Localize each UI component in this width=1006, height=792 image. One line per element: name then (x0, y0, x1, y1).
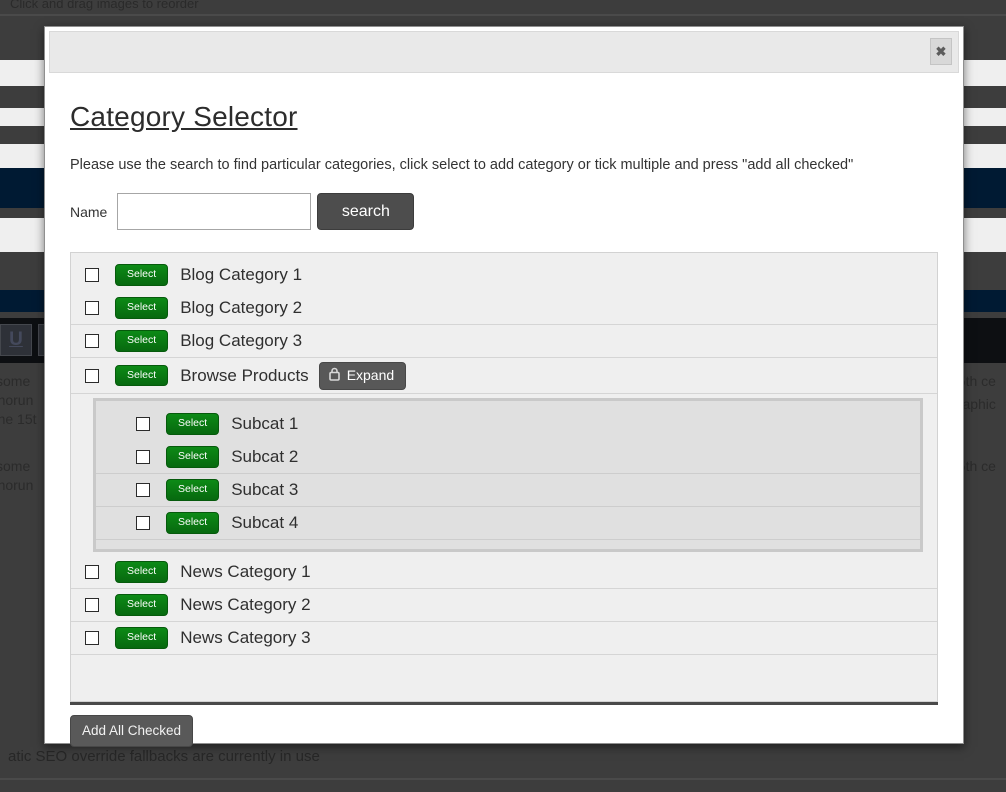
category-label: Browse Products (180, 365, 309, 385)
search-button[interactable]: search (317, 193, 415, 230)
select-button[interactable]: Select (166, 446, 220, 468)
category-checkbox[interactable] (85, 268, 99, 282)
select-button[interactable]: Select (166, 512, 220, 534)
backdrop-top-hint: Click and drag images to reorder (10, 0, 199, 11)
modal-body: Category Selector Please use the search … (45, 77, 963, 702)
category-checkbox[interactable] (85, 368, 99, 383)
subcategory-checkbox[interactable] (136, 417, 150, 431)
table-row[interactable]: Select News Category 2 (71, 589, 937, 622)
page-title: Category Selector (70, 101, 298, 132)
modal-header: ✖ (49, 31, 959, 73)
subcategory-panel-inner: Select Subcat 1 Select Subcat 2 Select S… (96, 401, 920, 549)
table-row[interactable]: Select News Category 1 (71, 556, 937, 589)
expand-button-label: Expand (346, 367, 395, 383)
category-checkbox[interactable] (85, 598, 99, 612)
backdrop-divider (0, 14, 1006, 16)
list-item[interactable]: Select Subcat 3 (96, 474, 920, 507)
category-label: News Category 3 (180, 628, 311, 647)
subcategory-label: Subcat 2 (231, 447, 299, 466)
list-item[interactable]: Select Subcat 1 (96, 408, 920, 441)
category-label: News Category 1 (180, 562, 311, 581)
backdrop-body-text-4: is some (0, 458, 31, 474)
table-row[interactable]: Select Blog Category 1 (71, 259, 937, 292)
add-all-checked-button[interactable]: Add All Checked (70, 715, 194, 747)
select-button[interactable]: Select (166, 413, 220, 435)
dialog-description: Please use the search to find particular… (70, 157, 854, 173)
lock-icon (328, 367, 340, 384)
expand-button[interactable]: Expand (318, 361, 407, 390)
category-checkbox[interactable] (85, 565, 99, 579)
select-button[interactable]: Select (115, 561, 169, 583)
name-label: Name (70, 203, 108, 220)
subcategory-checkbox[interactable] (136, 516, 150, 530)
modal-footer: Add All Checked (70, 702, 938, 747)
subcategory-label: Subcat 1 (231, 414, 299, 433)
category-list-panel: Select Blog Category 1 Select Blog Categ… (70, 252, 938, 702)
table-row[interactable]: Select Blog Category 3 (71, 325, 937, 358)
subcategory-checkbox[interactable] (136, 450, 150, 464)
search-input[interactable] (117, 193, 312, 230)
select-button[interactable]: Select (115, 330, 169, 352)
table-row[interactable]: Select Blog Category 2 (71, 292, 937, 325)
backdrop-footer-status: atic SEO override fallbacks are currentl… (8, 748, 320, 765)
category-label: Blog Category 1 (180, 265, 303, 284)
table-row[interactable]: Select Browse Products Expand (71, 358, 937, 394)
close-icon[interactable]: ✖ (930, 38, 952, 65)
select-button[interactable]: Select (115, 264, 169, 286)
list-item[interactable]: Select Subcat 2 (96, 441, 920, 474)
category-label: Blog Category 2 (180, 298, 303, 317)
category-checkbox[interactable] (85, 301, 99, 315)
backdrop-body-text-1: is some (0, 373, 31, 389)
category-checkbox[interactable] (85, 631, 99, 645)
subcategory-label: Subcat 3 (231, 480, 299, 499)
category-selector-modal: ✖ Category Selector Please use the searc… (44, 26, 964, 747)
category-label: News Category 2 (180, 595, 311, 614)
select-button[interactable]: Select (115, 627, 169, 649)
select-button[interactable]: Select (115, 297, 169, 319)
backdrop-body-text-5: 3onorun (0, 477, 34, 493)
table-row[interactable]: Select News Category 3 (71, 622, 937, 655)
subcategory-panel: Select Subcat 1 Select Subcat 2 Select S… (93, 398, 923, 552)
backdrop-body-text-2: 3onorun (0, 392, 34, 408)
select-button[interactable]: Select (115, 594, 169, 616)
subcategory-label: Subcat 4 (231, 513, 299, 532)
backdrop-body-text-3: n the 15t (0, 411, 37, 427)
subcategory-checkbox[interactable] (136, 483, 150, 497)
search-row: Name search (70, 193, 938, 230)
category-label: Blog Category 3 (180, 331, 303, 350)
category-checkbox[interactable] (85, 334, 99, 348)
underline-icon: U (0, 324, 32, 356)
select-button[interactable]: Select (166, 479, 220, 501)
backdrop-footer-divider (0, 778, 1006, 780)
select-button[interactable]: Select (115, 364, 169, 387)
list-item[interactable]: Select Subcat 4 (96, 507, 920, 540)
